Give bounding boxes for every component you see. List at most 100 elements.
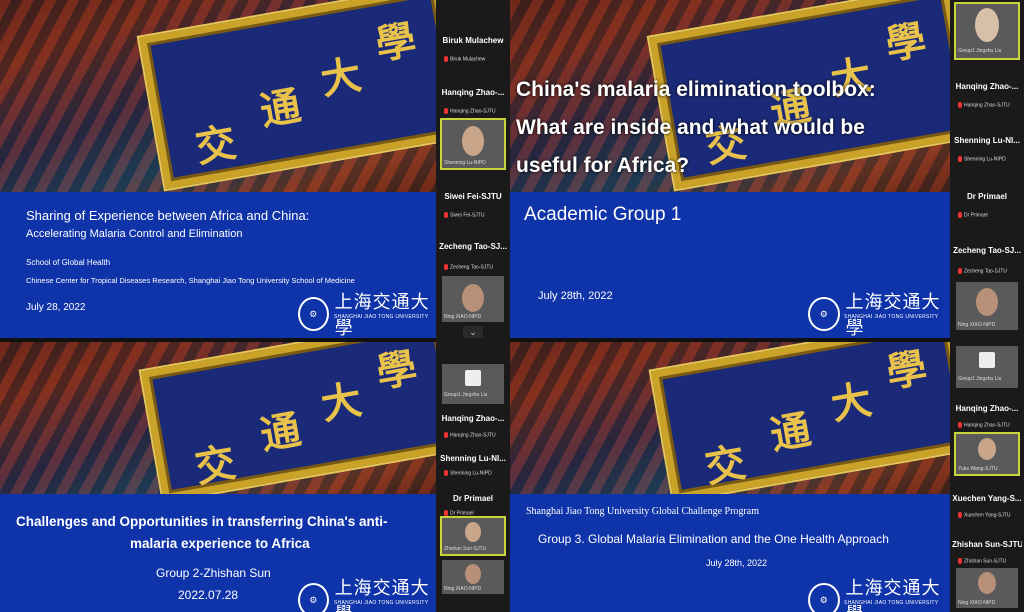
- mic-muted-icon: [958, 422, 962, 428]
- participant-label: Dr Primael: [958, 212, 988, 218]
- participant-label: Ning XIAO-NIPD: [444, 586, 482, 592]
- participant-label: Yuke Wang-SJTU: [958, 466, 998, 472]
- participant-name: Hanqing Zhao-...: [955, 404, 1019, 413]
- shared-slide-3: 交 通 大 學 Challenges and Opportunities in …: [0, 342, 436, 612]
- logo-cn: 上海交通大學: [845, 292, 941, 338]
- person-face: [976, 288, 998, 316]
- participant-name: Zhishan Sun-SJTU: [952, 540, 1022, 549]
- slide-group: Academic Group 1: [524, 204, 682, 225]
- slide-text-area: Challenges and Opportunities in transfer…: [0, 494, 436, 612]
- plaque-char: 大: [827, 375, 876, 430]
- plaque-char: 交: [192, 118, 240, 172]
- participant-tile[interactable]: Group1 Jingshu Liu: [956, 346, 1018, 388]
- participant-label: Ning XIAO-NIPD: [958, 600, 996, 606]
- slide-text-area: Shanghai Jiao Tong University Global Cha…: [510, 494, 950, 612]
- participant-video[interactable]: Ning XIAO-NIPD: [442, 560, 504, 594]
- participant-name: Dr Primael: [452, 494, 494, 503]
- slide-date: July 28th, 2022: [706, 558, 768, 568]
- chevron-down-icon[interactable]: ⌄: [463, 326, 483, 338]
- person-face: [975, 8, 999, 42]
- plaque-char: 大: [317, 50, 365, 105]
- participant-strip-2[interactable]: Group1 Jingshu Liu Hanqing Zhao-... Hanq…: [950, 0, 1024, 612]
- participant-video[interactable]: Shenning Lu-NIPD: [440, 118, 506, 170]
- participant-label: Shenning Lu-NIPD: [958, 156, 1006, 162]
- participant-name: Dr Primael: [966, 192, 1008, 201]
- participant-label: Group1 Jingshu Liu: [958, 376, 1002, 382]
- person-face: [465, 522, 481, 542]
- logo-en: SHANGHAI JIAO TONG UNIVERSITY: [844, 600, 939, 606]
- slide-org2: Chinese Center for Tropical Diseases Res…: [26, 276, 355, 285]
- slide-date: July 28, 2022: [26, 302, 86, 313]
- participant-label: Group1 Jingshu Liu: [444, 392, 488, 398]
- slide-org1: School of Global Health: [26, 258, 111, 267]
- shared-slide-2: 交 通 大 學 China's malaria elimination tool…: [510, 0, 950, 338]
- participant-label: Shenning Lu-NIPD: [444, 470, 492, 476]
- slide-text-area: Sharing of Experience between Africa and…: [0, 192, 436, 338]
- participant-video[interactable]: Group1 Jingshu Liu: [954, 2, 1020, 60]
- sjtu-logo: ⚙ 上海交通大學 SHANGHAI JIAO TONG UNIVERSITY: [808, 288, 950, 338]
- logo-en: SHANGHAI JIAO TONG UNIVERSITY: [844, 314, 939, 320]
- participant-strip-1[interactable]: Biruk Mulachew Biruk Mulachew Hanqing Zh…: [436, 0, 510, 612]
- logo-cn: 上海交通大學: [845, 578, 941, 612]
- plaque-char: 交: [191, 438, 240, 493]
- participant-label: Hanqing Zhao-SJTU: [958, 102, 1010, 108]
- logo-en: SHANGHAI JIAO TONG UNIVERSITY: [334, 600, 429, 606]
- participant-label: Zhishan Sun-SJTU: [444, 546, 487, 552]
- slide-date: 2022.07.28: [178, 588, 239, 602]
- participant-name: Shenning Lu-NI...: [954, 136, 1020, 145]
- slide-title-line1: Sharing of Experience between Africa and…: [26, 208, 310, 223]
- participant-video[interactable]: Ning XIAO-NIPD: [442, 276, 504, 322]
- plaque-char: 通: [256, 405, 305, 460]
- participant-name: Hanqing Zhao-...: [441, 88, 505, 97]
- mic-muted-icon: [958, 512, 962, 518]
- participant-label: Hanqing Zhao-SJTU: [958, 422, 1010, 428]
- participant-video[interactable]: Ning XIAO-NIPD: [956, 568, 1018, 608]
- participant-video[interactable]: Ning XIAO-NIPD: [956, 282, 1018, 330]
- person-face: [978, 572, 996, 594]
- plaque-char: 學: [881, 15, 930, 70]
- gate-photo: 交 通 大 學: [0, 0, 436, 192]
- slide-title-line1: Challenges and Opportunities in transfer…: [16, 514, 388, 529]
- slide-program: Shanghai Jiao Tong University Global Cha…: [526, 506, 759, 517]
- participant-video[interactable]: Zhishan Sun-SJTU: [440, 516, 506, 556]
- participant-label: Zhishan Sun-SJTU: [958, 558, 1006, 564]
- gate-photo: 交 通 大 學: [0, 342, 436, 494]
- participant-label: Hanqing Zhao-SJTU: [444, 432, 496, 438]
- sjtu-logo: ⚙ 上海交通大學 SHANGHAI JIAO TONG UNIVERSITY: [298, 574, 436, 612]
- participant-name: Hanqing Zhao-...: [955, 82, 1019, 91]
- participant-label: Group1 Jingshu Liu: [958, 48, 1002, 54]
- mic-muted-icon: [958, 102, 962, 108]
- mic-muted-icon: [444, 212, 448, 218]
- plaque-char: 通: [256, 81, 305, 136]
- sjtu-logo: ⚙ 上海交通大學 SHANGHAI JIAO TONG UNIVERSITY: [298, 288, 436, 338]
- participant-name: Biruk Mulachew: [442, 36, 504, 45]
- slide-date: July 28th, 2022: [538, 290, 613, 302]
- shared-slide-1: 交 通 大 學 Sharing of Experience between Af…: [0, 0, 436, 338]
- gate-photo: 交 通 大 學: [510, 342, 950, 494]
- participant-name: Zecheng Tao-SJ...: [439, 242, 507, 251]
- slide-presenter: Group 2-Zhishan Sun: [156, 566, 271, 580]
- plaque-char: 大: [317, 375, 366, 430]
- participant-label: Ning XIAO-NIPD: [958, 322, 996, 328]
- mic-muted-icon: [444, 108, 448, 114]
- sjtu-seal-icon: ⚙: [298, 583, 329, 612]
- overlay-title-line1: China's malaria elimination toolbox:: [516, 78, 876, 101]
- sjtu-seal-icon: ⚙: [808, 297, 840, 331]
- participant-tile[interactable]: Group1 Jingshu Liu: [442, 364, 504, 404]
- person-face: [465, 564, 481, 584]
- mic-muted-icon: [444, 432, 448, 438]
- mic-muted-icon: [444, 56, 448, 62]
- overlay-title-line2: What are inside and what would be: [516, 116, 865, 139]
- logo-cn: 上海交通大學: [334, 578, 430, 612]
- participant-name: Hanqing Zhao-...: [441, 414, 505, 423]
- participant-video[interactable]: Yuke Wang-SJTU: [954, 432, 1020, 476]
- slide-title: Group 3. Global Malaria Elimination and …: [538, 532, 889, 546]
- avatar-icon: [465, 370, 481, 386]
- participant-label: Zecheng Tao-SJTU: [958, 268, 1007, 274]
- plaque-char: 交: [701, 438, 750, 493]
- logo-en: SHANGHAI JIAO TONG UNIVERSITY: [334, 314, 429, 320]
- plaque-char: 學: [882, 343, 931, 398]
- participant-label: Siwei Fei-SJTU: [444, 212, 484, 218]
- participant-label: Xuechen Yang-SJTU: [958, 512, 1011, 518]
- participant-label: Shenning Lu-NIPD: [444, 160, 486, 166]
